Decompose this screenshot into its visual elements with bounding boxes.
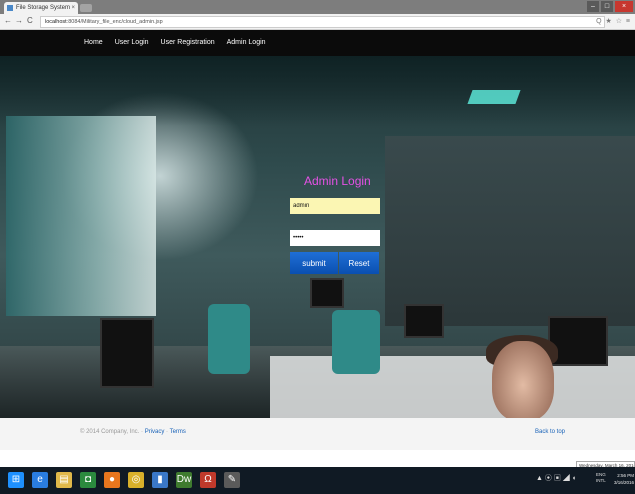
windows-taskbar: ⊞ e ▤ ◘ ● ◎ ▮ Dw Ω ✎ ▲ ⦿ ▣ ◢ ◖ ENG INTL 2:56 PM 3…	[0, 467, 635, 494]
url-input[interactable]: localhost:8084/Military_file_enc/cloud_a…	[40, 16, 605, 28]
hero-monitor	[404, 304, 444, 338]
hero-window	[6, 116, 156, 316]
reload-icon[interactable]: C	[27, 16, 33, 25]
nav-home-link[interactable]: Home	[84, 30, 103, 56]
reset-button[interactable]: Reset	[339, 252, 379, 274]
file-explorer-icon[interactable]: ▤	[56, 472, 72, 488]
netbeans-icon[interactable]: Ω	[200, 472, 216, 488]
browser-titlebar: File Storage System × – □ ×	[0, 0, 635, 14]
minimize-button[interactable]: –	[587, 1, 599, 12]
submit-button[interactable]: submit	[290, 252, 338, 274]
browser-toolbar-icons[interactable]: Q ★ ☆ ≡	[596, 17, 631, 25]
close-window-button[interactable]: ×	[615, 1, 633, 12]
forward-icon[interactable]: →	[15, 16, 23, 25]
chrome-icon[interactable]: ◎	[128, 472, 144, 488]
hero-background-image: Admin Login submit Reset	[0, 56, 635, 418]
hero-person-face	[492, 341, 554, 418]
nav-links: Home User Login User Registration Admin …	[84, 30, 266, 56]
hero-monitor	[100, 318, 154, 388]
ie-icon[interactable]: e	[32, 472, 48, 488]
windows-start-icon[interactable]: ⊞	[8, 472, 24, 488]
password-input[interactable]	[290, 230, 380, 246]
firefox-icon[interactable]: ●	[104, 472, 120, 488]
app-blue-icon[interactable]: ▮	[152, 472, 168, 488]
system-tray: ▲ ⦿ ▣ ◢ ◖ ENG INTL	[536, 472, 606, 483]
top-navbar: Home User Login User Registration Admin …	[0, 30, 635, 56]
back-icon[interactable]: ←	[4, 16, 12, 25]
window-controls: – □ ×	[587, 1, 633, 12]
hero-glass-wall	[385, 136, 635, 326]
tab-title: File Storage System	[16, 5, 71, 11]
taskbar-clock[interactable]: 2:56 PM 3/16/2016	[614, 472, 634, 486]
url-host: localhost	[45, 19, 67, 25]
hero-chair	[332, 310, 380, 374]
hero-chair	[208, 304, 250, 374]
tab-close-icon[interactable]: ×	[71, 2, 75, 14]
nav-user-registration-link[interactable]: User Registration	[161, 30, 215, 56]
hero-ceiling-lamp	[467, 90, 521, 104]
username-input[interactable]	[290, 198, 380, 214]
copyright-label: © 2014 Company, Inc. ·	[80, 429, 145, 435]
clock-date: 3/16/2016	[614, 480, 635, 485]
tool-icon[interactable]: ✎	[224, 472, 240, 488]
back-to-top-link[interactable]: Back to top	[535, 429, 565, 435]
copyright-text: © 2014 Company, Inc. · Privacy · Terms	[80, 429, 186, 435]
keyboard-layout: INTL	[596, 478, 606, 483]
address-bar-row: ← → C localhost:8084/Military_file_enc/c…	[0, 14, 635, 30]
terms-link[interactable]: Terms	[170, 429, 186, 435]
url-path: :8084/Military_file_enc/cloud_admin.jsp	[66, 19, 163, 25]
tray-icons[interactable]: ▲ ⦿ ▣ ◢ ◖	[536, 473, 576, 483]
language-indicator[interactable]: ENG INTL	[596, 472, 606, 484]
nav-admin-login-link[interactable]: Admin Login	[227, 30, 266, 56]
login-title: Admin Login	[304, 174, 371, 188]
new-tab-button[interactable]	[80, 4, 92, 12]
dreamweaver-icon[interactable]: Dw	[176, 472, 192, 488]
hero-monitor	[310, 278, 344, 308]
maximize-button[interactable]: □	[601, 1, 613, 12]
page-favicon-icon	[7, 5, 13, 11]
clock-time: 2:56 PM	[617, 473, 635, 478]
privacy-link[interactable]: Privacy	[145, 429, 165, 435]
page-footer: © 2014 Company, Inc. · Privacy · Terms B…	[0, 418, 635, 450]
web-page: Home User Login User Registration Admin …	[0, 30, 635, 467]
nav-user-login-link[interactable]: User Login	[115, 30, 149, 56]
browser-tab[interactable]: File Storage System ×	[4, 2, 78, 14]
store-icon[interactable]: ◘	[80, 472, 96, 488]
